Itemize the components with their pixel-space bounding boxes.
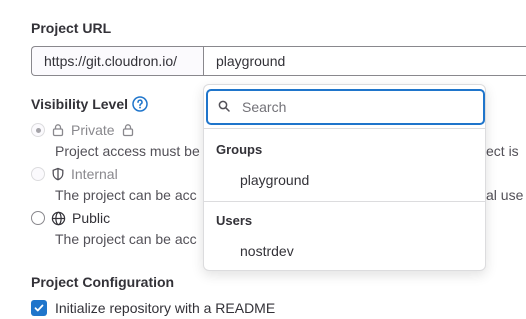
project-url-label: Project URL bbox=[31, 20, 112, 36]
dropdown-search-box[interactable] bbox=[206, 89, 485, 125]
readme-checkbox[interactable] bbox=[31, 300, 47, 316]
users-header: Users bbox=[216, 213, 253, 228]
private-description-tail: ect is bbox=[486, 143, 519, 159]
public-radio[interactable] bbox=[31, 211, 45, 225]
internal-description-tail: al use bbox=[486, 187, 524, 203]
dropdown-divider bbox=[204, 128, 485, 129]
internal-description: The project can be acc bbox=[55, 187, 197, 203]
private-label: Private bbox=[71, 122, 115, 138]
visibility-option-public[interactable]: Public bbox=[31, 210, 110, 226]
visibility-option-private[interactable]: Private bbox=[31, 122, 135, 138]
internal-label: Internal bbox=[71, 166, 118, 182]
public-label: Public bbox=[72, 210, 111, 226]
globe-icon bbox=[51, 211, 66, 226]
project-configuration-label: Project Configuration bbox=[31, 274, 175, 290]
private-radio[interactable] bbox=[31, 123, 45, 137]
dropdown-item-user[interactable]: nostrdev bbox=[204, 235, 485, 267]
namespace-dropdown: Groups playground Users nostrdev bbox=[203, 84, 486, 271]
readme-label: Initialize repository with a README bbox=[55, 300, 276, 316]
dropdown-divider bbox=[204, 201, 485, 202]
readme-option[interactable]: Initialize repository with a README bbox=[31, 300, 275, 316]
search-icon bbox=[218, 99, 230, 115]
dropdown-item-group[interactable]: playground bbox=[204, 164, 485, 196]
namespace-select-value: playground bbox=[216, 53, 286, 69]
private-description: Project access must be bbox=[55, 143, 200, 159]
visibility-level-heading: Visibility Level bbox=[31, 96, 148, 112]
visibility-option-internal[interactable]: Internal bbox=[31, 166, 118, 182]
shield-icon bbox=[51, 167, 65, 181]
namespace-select[interactable]: playground bbox=[203, 46, 526, 76]
checkmark-icon bbox=[34, 304, 44, 312]
dropdown-search-input[interactable] bbox=[240, 98, 464, 116]
question-circle-icon[interactable] bbox=[132, 96, 148, 112]
visibility-level-label: Visibility Level bbox=[31, 96, 129, 112]
url-prefix: https://git.cloudron.io/ bbox=[31, 46, 203, 76]
public-description: The project can be acc bbox=[55, 231, 197, 247]
lock-icon bbox=[51, 123, 65, 137]
groups-header: Groups bbox=[216, 142, 263, 157]
lock-icon bbox=[121, 123, 135, 137]
internal-radio[interactable] bbox=[31, 167, 45, 181]
